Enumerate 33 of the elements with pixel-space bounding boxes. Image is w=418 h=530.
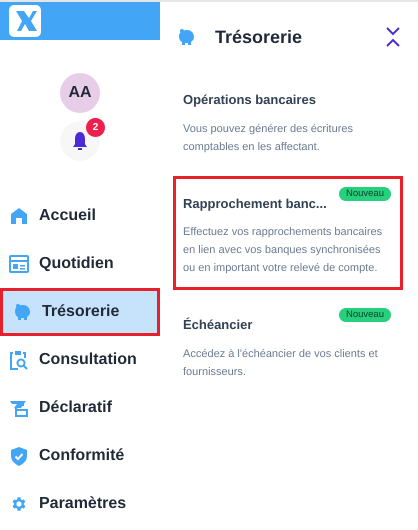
calendar-icon <box>9 255 29 273</box>
collapse-icon[interactable] <box>386 27 400 47</box>
new-badge: Nouveau <box>338 186 391 200</box>
clipboard-search-icon <box>10 350 28 370</box>
menu-card[interactable]: Rapprochement banc... Nouveau Effectuez vos rapprochements bancaires en lien avec vos banques synchronisées ou en important votre relevé de compte. <box>173 176 403 290</box>
logo-icon <box>9 5 41 37</box>
card-title: Échéancier <box>183 316 252 334</box>
piggy-bank-icon <box>176 28 196 46</box>
nav-item[interactable]: Trésorerie <box>0 288 160 336</box>
nav-item[interactable]: Déclaratif <box>0 384 160 432</box>
menu-card[interactable]: Échéancier Nouveau Accédez à l'échéancier de vos clients et fournisseurs. <box>173 297 403 394</box>
piggy-bank-icon <box>12 303 32 321</box>
bell-icon <box>72 132 88 150</box>
menu-card[interactable]: Opérations bancaires Vous pouvez générer des écritures comptables en les affectant. <box>173 72 403 168</box>
notification-button[interactable] <box>60 121 100 161</box>
card-title: Opérations bancaires <box>183 91 316 109</box>
shield-check-icon <box>11 446 27 466</box>
nav-item[interactable]: Quotidien <box>0 240 160 288</box>
card-title: Rapprochement banc... <box>183 194 327 213</box>
notification-badge: 2 <box>86 118 105 137</box>
panel-title: Trésorerie <box>215 26 302 48</box>
nav-item[interactable]: Consultation <box>0 336 160 384</box>
home-icon <box>10 207 28 225</box>
nav-item[interactable]: Accueil <box>0 192 160 240</box>
avatar[interactable]: AA <box>60 73 100 113</box>
document-arrow-icon <box>9 399 29 417</box>
card-description: Vous pouvez générer des écritures comptables en les affectant. <box>183 122 354 154</box>
new-badge: Nouveau <box>338 308 391 322</box>
nav-item[interactable]: Conformité <box>0 432 160 480</box>
card-description: Accédez à l'échéancier de vos clients et fournisseurs. <box>183 346 379 380</box>
settings-icon <box>10 495 28 513</box>
card-description: Effectuez vos rapprochements bancaires en lien avec vos banques synchronisées ou en important votre relevé de compte. <box>183 225 384 276</box>
nav-item[interactable]: Paramètres <box>0 480 160 528</box>
